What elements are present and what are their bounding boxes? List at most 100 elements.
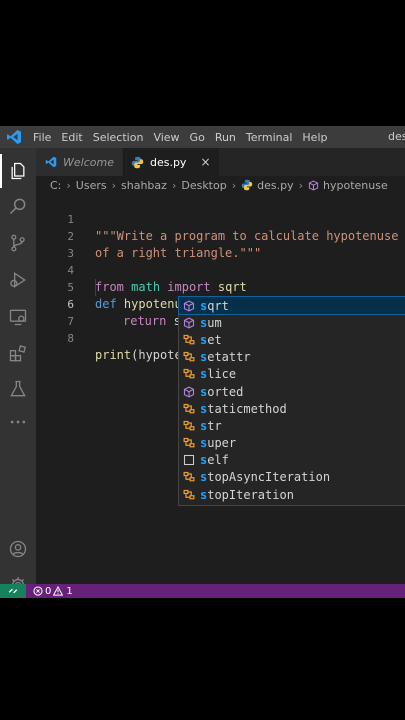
remote-explorer-icon[interactable] bbox=[7, 306, 29, 328]
breadcrumb-sep-icon: › bbox=[298, 178, 304, 192]
module-kind-icon bbox=[182, 299, 195, 312]
python-file-icon bbox=[241, 179, 253, 191]
suggestion-item[interactable]: s um bbox=[179, 314, 405, 331]
code-line: 5 def hypotenuse(base, height): bbox=[36, 262, 304, 311]
suggestion-match: s bbox=[200, 332, 208, 347]
vscode-tab-icon bbox=[44, 155, 58, 169]
code-line: 4 from math import sqrt bbox=[36, 245, 246, 294]
class-kind-icon bbox=[182, 351, 195, 364]
code-line: 8 print(hypote bbox=[36, 313, 181, 362]
error-count: 0 bbox=[45, 585, 52, 597]
more-icon[interactable] bbox=[7, 411, 29, 433]
suggestion-label: orted bbox=[207, 384, 244, 399]
suggestion-match: s bbox=[200, 367, 208, 382]
suggestion-label: um bbox=[207, 315, 222, 330]
suggestion-match: s bbox=[200, 315, 208, 330]
menu-edit[interactable]: Edit bbox=[56, 131, 87, 144]
code-text: print(hypote bbox=[95, 348, 182, 362]
run-debug-icon[interactable] bbox=[7, 269, 29, 291]
suggest-widget: s qrt s um s et s etattr s lice s orted s taticmethod… bbox=[178, 295, 405, 506]
code-line: 1 """Write a program to calculate hypote… bbox=[36, 194, 398, 243]
suggestion-label: topAsyncIteration bbox=[207, 470, 331, 485]
breadcrumb-sep-icon: › bbox=[171, 178, 177, 192]
breadcrumb-drive[interactable]: C: bbox=[50, 179, 61, 192]
suggestion-match: s bbox=[200, 401, 208, 416]
source-control-icon[interactable] bbox=[7, 232, 29, 254]
suggestion-item[interactable]: s topAsyncIteration bbox=[179, 469, 405, 486]
explorer-icon[interactable] bbox=[0, 154, 29, 188]
class-kind-icon bbox=[182, 419, 195, 432]
code-text: of a right triangle.""" bbox=[95, 246, 262, 260]
tab-welcome[interactable]: Welcome bbox=[36, 148, 123, 176]
suggestion-item[interactable]: s uper bbox=[179, 435, 405, 452]
suggestion-item[interactable]: s tr bbox=[179, 417, 405, 434]
breadcrumb: C: › Users › shahbaz › Desktop › des.py … bbox=[36, 176, 405, 194]
testing-icon[interactable] bbox=[7, 378, 29, 400]
module-kind-icon bbox=[182, 385, 195, 398]
tab-des-py-label: des.py bbox=[149, 155, 187, 169]
suggest-list: s qrt s um s et s etattr s lice s orted s taticmethod… bbox=[178, 295, 405, 503]
breadcrumb-sep-icon: › bbox=[66, 178, 71, 192]
suggestion-item[interactable]: s et bbox=[179, 331, 405, 348]
suggestion-item[interactable]: s etattr bbox=[179, 349, 405, 366]
class-kind-icon bbox=[182, 333, 195, 346]
menu-run[interactable]: Run bbox=[210, 131, 241, 144]
suggestion-label: elf bbox=[207, 453, 229, 468]
menu-view[interactable]: View bbox=[148, 131, 184, 144]
class-kind-icon bbox=[182, 368, 195, 381]
window-title: des. bbox=[388, 130, 405, 143]
problems-indicator[interactable]: 0 1 bbox=[33, 586, 73, 597]
suggestion-item[interactable]: s orted bbox=[179, 383, 405, 400]
suggestion-item[interactable]: s topIteration bbox=[179, 486, 405, 503]
error-icon bbox=[33, 586, 43, 596]
suggestion-label: taticmethod bbox=[207, 401, 287, 416]
menu-help[interactable]: Help bbox=[297, 131, 332, 144]
code-text: return s bbox=[123, 313, 183, 330]
search-icon[interactable] bbox=[7, 195, 29, 217]
vscode-logo-icon bbox=[0, 129, 28, 145]
suggestion-match: s bbox=[200, 453, 208, 468]
class-kind-icon bbox=[182, 488, 195, 501]
code-line: 2 of a right triangle.""" bbox=[36, 211, 261, 260]
module-kind-icon bbox=[182, 316, 195, 329]
method-cube-icon bbox=[308, 179, 319, 191]
close-tab-icon[interactable]: × bbox=[200, 155, 210, 169]
activity-bar bbox=[0, 148, 36, 593]
editor-tabs: Welcome des.py × bbox=[36, 148, 405, 176]
remote-indicator-icon[interactable] bbox=[0, 584, 26, 598]
line-number: 8 bbox=[67, 332, 74, 345]
suggestion-item[interactable]: s elf bbox=[179, 452, 405, 469]
breadcrumb-file[interactable]: des.py bbox=[257, 179, 293, 192]
suggestion-match: s bbox=[200, 350, 208, 365]
code-text: from math import sqrt bbox=[95, 280, 247, 294]
suggestion-match: s bbox=[200, 436, 208, 451]
suggestion-item[interactable]: s lice bbox=[179, 366, 405, 383]
suggestion-item[interactable]: s taticmethod bbox=[179, 400, 405, 417]
breadcrumb-symbol[interactable]: hypotenuse bbox=[323, 179, 388, 192]
menu-go[interactable]: Go bbox=[185, 131, 210, 144]
suggestion-label: topIteration bbox=[207, 487, 294, 502]
indent-guide bbox=[95, 279, 96, 296]
menu-selection[interactable]: Selection bbox=[88, 131, 149, 144]
suggestion-label: uper bbox=[207, 436, 237, 451]
menu-terminal[interactable]: Terminal bbox=[241, 131, 298, 144]
tab-des-py[interactable]: des.py × bbox=[122, 148, 220, 176]
class-kind-icon bbox=[182, 402, 195, 415]
breadcrumb-desktop[interactable]: Desktop bbox=[181, 179, 226, 192]
warning-count: 1 bbox=[66, 585, 73, 597]
extensions-icon[interactable] bbox=[7, 343, 29, 365]
warning-icon bbox=[53, 586, 64, 596]
accounts-icon[interactable] bbox=[7, 538, 29, 560]
menu-file[interactable]: File bbox=[28, 131, 56, 144]
class-kind-icon bbox=[182, 471, 195, 484]
breadcrumb-users[interactable]: Users bbox=[76, 179, 107, 192]
suggestion-match: s bbox=[200, 298, 208, 313]
code-text: """Write a program to calculate hypotenu… bbox=[95, 229, 399, 243]
suggestion-match: s bbox=[200, 418, 208, 433]
suggestion-item[interactable]: s qrt bbox=[178, 295, 405, 316]
breadcrumb-user[interactable]: shahbaz bbox=[121, 179, 167, 192]
python-file-icon bbox=[131, 155, 145, 169]
code-line: 7 bbox=[36, 296, 79, 328]
breadcrumb-sep-icon: › bbox=[231, 178, 237, 192]
suggestion-label: etattr bbox=[207, 350, 251, 365]
